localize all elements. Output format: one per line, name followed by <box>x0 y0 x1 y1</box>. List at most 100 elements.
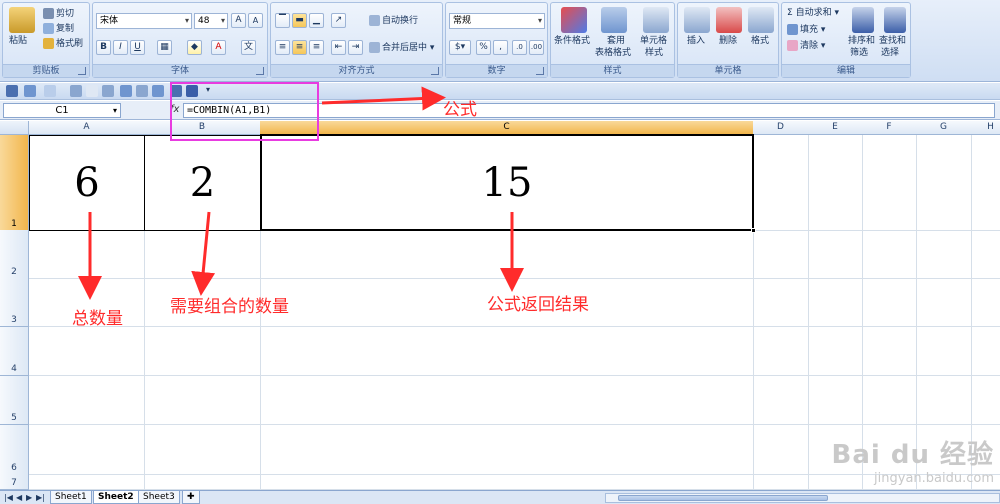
gridline-horizontal <box>29 375 1000 376</box>
undo-icon[interactable] <box>24 85 36 97</box>
sort-filter-icon <box>852 7 874 33</box>
italic-button[interactable]: I <box>113 40 128 55</box>
gridline-horizontal <box>29 278 1000 279</box>
number-format-combo[interactable]: 常规 ▾ <box>449 13 545 29</box>
font-color-button[interactable]: A <box>211 40 226 55</box>
sort-filter-button[interactable]: 排序和 <box>848 36 875 47</box>
sheet-tab-3[interactable]: Sheet3 <box>138 491 180 504</box>
row-header-7[interactable]: 7 <box>0 474 29 490</box>
freeze-icon[interactable] <box>136 85 148 97</box>
next-sheet-icon[interactable]: ▶ <box>26 493 32 502</box>
row-header-4[interactable]: 4 <box>0 327 29 376</box>
orientation-button[interactable]: ↗ <box>331 13 346 28</box>
clear-button[interactable]: 清除 ▾ <box>787 40 825 52</box>
camera-icon[interactable] <box>120 85 132 97</box>
fill-color-button[interactable]: ◆ <box>187 40 202 55</box>
alignment-launcher[interactable] <box>431 67 439 75</box>
merge-center-button[interactable]: 合并后居中 ▾ <box>369 42 434 54</box>
sheet-icon[interactable] <box>152 85 164 97</box>
cell-styles-label: 样式 <box>645 48 664 58</box>
new-icon[interactable] <box>86 85 98 97</box>
align-bottom-button[interactable]: ▁ <box>309 13 324 28</box>
column-header-f[interactable]: F <box>862 121 917 135</box>
delete-button[interactable]: 删除 <box>719 36 737 47</box>
font-size-combo[interactable]: 48 ▾ <box>194 13 228 29</box>
increase-decimal-button[interactable]: .0 <box>512 40 527 55</box>
shrink-font-button[interactable]: A <box>248 13 263 28</box>
insert-button[interactable]: 插入 <box>687 36 705 47</box>
copy-icon <box>43 23 54 34</box>
cell-a1[interactable]: 6 <box>29 135 145 231</box>
decrease-decimal-button[interactable]: .00 <box>529 40 544 55</box>
column-header-c[interactable]: C <box>260 121 754 135</box>
column-header-a[interactable]: A <box>29 121 145 135</box>
cell-styles-button[interactable]: 单元格 <box>640 36 667 47</box>
insert-sheet-button[interactable]: ✚ <box>182 491 200 504</box>
number-launcher[interactable] <box>536 67 544 75</box>
table-format-button[interactable]: 套用 <box>607 36 625 47</box>
align-right-button[interactable]: ≡ <box>309 40 324 55</box>
copy-button[interactable]: 复制 <box>43 23 74 35</box>
wrap-icon <box>369 15 380 26</box>
fill-button[interactable]: 填充 ▾ <box>787 24 825 36</box>
align-middle-button[interactable]: ▬ <box>292 13 307 28</box>
column-header-e[interactable]: E <box>808 121 863 135</box>
name-box[interactable]: C1 ▾ <box>3 103 121 118</box>
row-header-5[interactable]: 5 <box>0 376 29 425</box>
editing-label: 编辑 <box>782 64 910 77</box>
sort-filter-label: 筛选 <box>850 48 869 58</box>
conditional-format-button[interactable]: 条件格式 <box>554 36 590 47</box>
first-sheet-icon[interactable]: |◀ <box>4 493 13 502</box>
currency-button[interactable]: $▾ <box>449 40 471 55</box>
format-painter-button[interactable]: 格式刷 <box>43 38 83 50</box>
borders-button[interactable]: ▦ <box>157 40 172 55</box>
cut-button[interactable]: 剪切 <box>43 8 74 20</box>
format-icon <box>748 7 774 33</box>
bold-button[interactable]: B <box>96 40 111 55</box>
insert-row-icon[interactable] <box>102 85 114 97</box>
row-header-1[interactable]: 1 <box>0 135 29 231</box>
clipboard-launcher[interactable] <box>78 67 86 75</box>
grow-font-button[interactable]: A <box>231 13 246 28</box>
column-header-g[interactable]: G <box>916 121 972 135</box>
percent-button[interactable]: % <box>476 40 491 55</box>
decrease-indent-button[interactable]: ⇤ <box>331 40 346 55</box>
row-header-3[interactable]: 3 <box>0 278 29 327</box>
horizontal-scrollbar[interactable] <box>605 493 1000 503</box>
scissors-icon <box>43 8 54 19</box>
sheet-tab-bar: |◀ ◀ ▶ ▶| Sheet1 Sheet2 Sheet3 ✚ <box>0 490 1000 504</box>
format-button[interactable]: 格式 <box>751 36 769 47</box>
increase-indent-button[interactable]: ⇥ <box>348 40 363 55</box>
scrollbar-thumb[interactable] <box>618 495 828 501</box>
row-header-2[interactable]: 2 <box>0 230 29 279</box>
formula-bar: C1 ▾ fx =COMBIN(A1,B1) <box>0 101 1000 120</box>
sheet-tab-2[interactable]: Sheet2 <box>93 491 139 504</box>
styles-label: 样式 <box>551 64 674 77</box>
select-all-button[interactable] <box>0 121 29 135</box>
redo-icon[interactable] <box>44 85 56 97</box>
save-icon[interactable] <box>6 85 18 97</box>
print-preview-icon[interactable] <box>70 85 82 97</box>
row-header-6[interactable]: 6 <box>0 425 29 475</box>
cell-b1[interactable]: 2 <box>144 135 261 231</box>
align-top-button[interactable]: ▔ <box>275 13 290 28</box>
wrap-text-button[interactable]: 自动换行 <box>369 15 418 27</box>
align-left-button[interactable]: ≡ <box>275 40 290 55</box>
column-header-d[interactable]: D <box>753 121 809 135</box>
font-launcher[interactable] <box>256 67 264 75</box>
find-select-button[interactable]: 查找和 <box>879 36 906 47</box>
underline-button[interactable]: U <box>130 40 145 55</box>
paste-button[interactable]: 粘贴 <box>9 36 27 47</box>
align-center-button[interactable]: ≡ <box>292 40 307 55</box>
sheet-tab-1[interactable]: Sheet1 <box>50 491 92 504</box>
last-sheet-icon[interactable]: ▶| <box>36 493 45 502</box>
autosum-button[interactable]: Σ 自动求和 ▾ <box>787 8 839 19</box>
prev-sheet-icon[interactable]: ◀ <box>16 493 22 502</box>
row-number: 3 <box>11 315 17 325</box>
fill-handle[interactable] <box>751 228 756 233</box>
comma-button[interactable]: , <box>493 40 508 55</box>
font-name-combo[interactable]: 宋体 ▾ <box>96 13 192 29</box>
number-label: 数字 <box>446 64 547 77</box>
column-header-h[interactable]: H <box>971 121 1000 135</box>
phonetic-button[interactable]: 文 <box>241 40 256 55</box>
